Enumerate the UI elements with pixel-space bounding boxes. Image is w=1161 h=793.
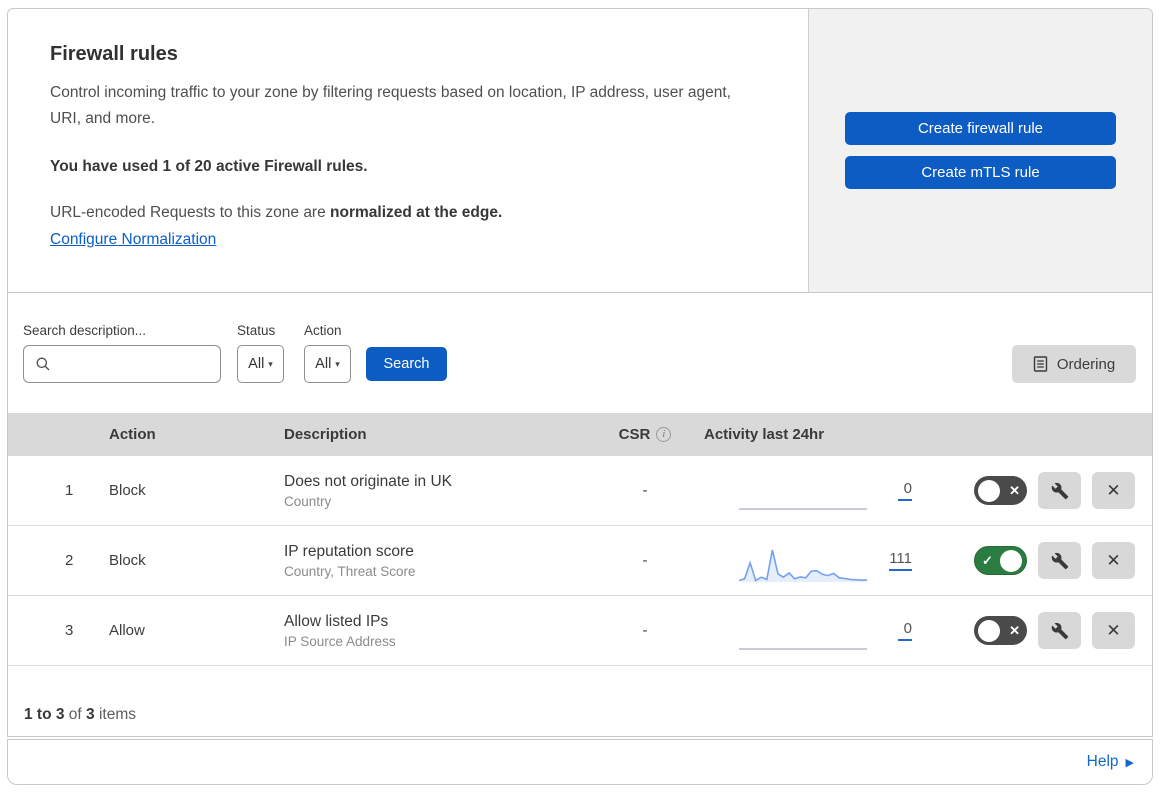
action-dropdown[interactable]: All ▾ [304,345,351,383]
wrench-icon [1051,482,1068,499]
chevron-down-icon: ▾ [268,358,273,369]
chevron-down-icon: ▾ [335,358,340,369]
activity-count-link[interactable]: 0 [898,480,912,501]
column-header-description: Description [284,426,367,443]
delete-rule-button[interactable]: ✕ [1092,612,1135,649]
toggle-knob [1000,549,1022,572]
close-icon: ✕ [1106,480,1121,500]
ordering-button[interactable]: Ordering [1012,345,1136,383]
status-label: Status [237,323,276,338]
table-row: 3 Allow Allow listed IPs IP Source Addre… [8,596,1152,666]
search-box[interactable] [23,345,221,383]
toggle-off-icon: ✕ [1009,482,1020,498]
help-bar: Help ▶ [7,739,1153,785]
edit-rule-button[interactable] [1038,472,1081,509]
search-icon [36,357,50,371]
rule-csr-value: - [642,482,648,499]
filter-bar: Search description... Status All ▾ Action… [8,293,1152,413]
close-icon: ✕ [1106,620,1121,640]
close-icon: ✕ [1106,550,1121,570]
search-label: Search description... [23,323,147,338]
create-mtls-rule-button[interactable]: Create mTLS rule [845,156,1116,189]
action-label: Action [304,323,342,338]
search-button[interactable]: Search [366,347,447,381]
rule-fields: Country, Threat Score [284,563,416,579]
rule-action: Block [109,552,146,569]
column-header-action: Action [109,426,156,443]
create-firewall-rule-button[interactable]: Create firewall rule [845,112,1116,145]
activity-count-link[interactable]: 111 [889,550,912,571]
info-icon[interactable]: i [656,427,672,442]
rule-priority: 3 [65,622,74,639]
action-filter-group: Action All ▾ [304,323,351,383]
usage-text: You have used 1 of 20 active Firewall ru… [50,158,368,175]
rule-description: Does not originate in UK [284,472,453,490]
delete-rule-button[interactable]: ✕ [1092,542,1135,579]
rule-enable-toggle[interactable]: ✕ [974,476,1027,505]
toggle-knob [978,479,1000,502]
rule-enable-toggle[interactable]: ✕ [974,616,1027,645]
page-description: Control incoming traffic to your zone by… [50,84,731,127]
normalization-text: URL-encoded Requests to this zone are no… [50,204,503,221]
edit-rule-button[interactable] [1038,542,1081,579]
rule-action: Allow [109,622,145,639]
status-dropdown[interactable]: All ▾ [237,345,284,383]
rule-fields: Country [284,493,332,509]
rule-priority: 1 [65,482,74,499]
help-link[interactable]: Help ▶ [1087,753,1134,771]
search-input[interactable] [57,355,212,373]
table-row: 1 Block Does not originate in UK Country… [8,456,1152,526]
activity-sparkline-flat [739,475,867,515]
rule-enable-toggle[interactable]: ✓ [974,546,1027,575]
rule-description: Allow listed IPs [284,612,389,630]
pagination-summary: 1 to 3 of 3 items [24,706,136,723]
help-arrow-icon: ▶ [1125,756,1134,769]
rule-priority: 2 [65,552,74,569]
rules-card: Search description... Status All ▾ Action… [7,293,1153,737]
table-row: 2 Block IP reputation score Country, Thr… [8,526,1152,596]
wrench-icon [1051,622,1068,639]
configure-normalization-link[interactable]: Configure Normalization [50,231,216,248]
status-filter-group: Status All ▾ [237,323,284,383]
toggle-on-icon: ✓ [982,552,993,568]
activity-count-link[interactable]: 0 [898,620,912,641]
edit-rule-button[interactable] [1038,612,1081,649]
column-header-activity: Activity last 24hr [704,426,825,443]
ordering-icon [1033,356,1048,372]
search-filter-group: Search description... [23,323,221,383]
toggle-knob [978,619,1000,642]
header-section: Firewall rules Control incoming traffic … [7,8,1153,293]
toggle-off-icon: ✕ [1009,622,1020,638]
intro-card: Firewall rules Control incoming traffic … [8,9,809,292]
wrench-icon [1051,552,1068,569]
activity-sparkline-chart [739,549,867,582]
rule-description: IP reputation score [284,542,414,560]
firewall-rules-page: Firewall rules Control incoming traffic … [7,8,1153,785]
actions-panel: Create firewall rule Create mTLS rule [809,9,1152,292]
table-header: Action Description CSR i Activity last 2… [8,413,1152,456]
activity-sparkline-flat [739,615,867,655]
page-title: Firewall rules [50,43,178,65]
delete-rule-button[interactable]: ✕ [1092,472,1135,509]
rule-action: Block [109,482,146,499]
column-header-csr: CSR i [600,426,690,443]
rule-fields: IP Source Address [284,633,396,649]
rule-csr-value: - [642,552,648,569]
rule-csr-value: - [642,622,648,639]
